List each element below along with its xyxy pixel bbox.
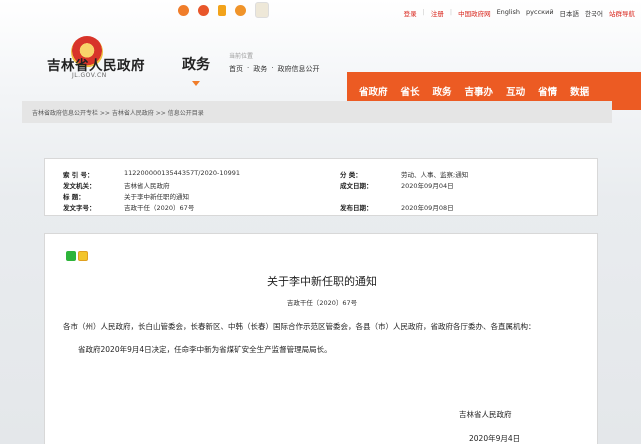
document-metadata: 索 引 号： 11220000013544357T/2020-10991 分 类… [44,158,598,216]
nav-province-info[interactable]: 省情 [538,84,557,98]
accessibility-icon[interactable] [235,5,246,16]
meta-issuer: 发文机关： [63,180,96,190]
site-name[interactable]: 吉林省人民政府 [47,54,145,74]
divider: | [449,8,453,16]
russian-link[interactable]: русский [526,8,554,18]
english-link[interactable]: English [497,8,520,18]
japanese-link[interactable]: 日本語 [560,8,580,18]
meta-published: 发布日期： [340,202,373,212]
meta-index: 索 引 号： [63,169,94,179]
meta-published-value: 2020年09月08日 [401,204,454,212]
divider: | [422,8,425,16]
breadcrumb-gov-affairs[interactable]: 政务 [253,64,267,74]
login-link[interactable]: 登录 [404,8,417,18]
site-domain: JL.GOV.CN [72,72,107,79]
weibo-alt-icon[interactable] [198,5,209,16]
breadcrumb-disclosure[interactable]: 政府信息公开 [277,64,319,74]
weibo-share-icon[interactable] [78,251,88,261]
meta-created: 成文日期： [340,180,373,190]
chevron-down-icon [192,81,200,86]
wechat-icon[interactable] [66,251,76,261]
meta-label: 发文字号： [63,204,96,212]
document-content: 关于李中新任职的通知 吉政干任〔2020〕67号 各市（州）人民政府，长白山管委… [44,233,598,444]
path-bar: 吉林省政府信息公开专栏 >> 吉林省人民政府 >> 信息公开目录 [22,101,612,123]
meta-label: 标 题： [63,193,85,201]
meta-category: 分 类： [340,169,362,179]
breadcrumb: 首页 · 政务 · 政府信息公开 [229,64,319,74]
nav-services[interactable]: 吉事办 [465,84,494,98]
site-group-link[interactable]: 站群导航 [609,8,635,18]
share-bar [66,251,88,261]
meta-index-value: 11220000013544357T/2020-10991 [124,169,241,177]
top-bar: 登录 | 注册 | 中国政府网 English русский 日本語 한국어 … [0,0,641,24]
meta-docno: 发文字号： [63,202,96,212]
document-title: 关于李中新任职的通知 [267,275,377,288]
document-date: 2020年9月4日 [469,434,521,443]
meta-label: 发文机关： [63,182,96,190]
meta-created-value: 2020年09月04日 [401,182,454,190]
nav-governor[interactable]: 省长 [401,84,420,98]
document-body: 省政府2020年9月4日决定，任命李中新为省煤矿安全生产监督管理局局长。 [78,345,332,354]
document-signer: 吉林省人民政府 [459,410,512,419]
nav-gov-affairs[interactable]: 政务 [433,84,452,98]
mobile-icon[interactable] [218,5,226,16]
meta-category-value: 劳动、人事、监察;通知 [401,171,469,179]
social-icons [178,2,269,21]
meta-label: 发布日期： [340,204,373,212]
register-link[interactable]: 注册 [431,8,444,18]
mascot-icon[interactable] [255,2,269,18]
location-label: 当前位置 [229,53,254,60]
meta-title-value: 关于李中新任职的通知 [124,193,189,201]
breadcrumb-home[interactable]: 首页 [229,64,243,74]
document-number: 吉政干任〔2020〕67号 [286,299,358,307]
top-links: 登录 | 注册 | 中国政府网 English русский 日本語 한국어 … [404,8,635,18]
breadcrumb-sep: · [247,64,250,72]
meta-label: 分 类： [340,171,362,179]
document-recipients: 各市（州）人民政府，长白山管委会，长春新区、中韩（长春）国际合作示范区管委会，各… [63,322,536,331]
korean-link[interactable]: 한국어 [585,8,603,18]
meta-docno-value: 吉政干任（2020）67号 [124,204,195,212]
section-title: 政务 [182,57,210,73]
breadcrumb-sep: · [271,64,274,72]
nav-provincial-gov[interactable]: 省政府 [359,84,388,98]
meta-label: 成文日期： [340,182,373,190]
china-gov-link[interactable]: 中国政府网 [458,8,491,18]
meta-label: 索 引 号： [63,171,94,179]
meta-title: 标 题： [63,191,85,201]
meta-issuer-value: 吉林省人民政府 [124,182,170,190]
nav-data[interactable]: 数据 [570,84,589,98]
path-text[interactable]: 吉林省政府信息公开专栏 >> 吉林省人民政府 >> 信息公开目录 [32,108,204,117]
nav-interaction[interactable]: 互动 [506,84,525,98]
header: 吉林省人民政府 JL.GOV.CN 政务 当前位置 首页 · 政务 · 政府信息… [0,24,641,110]
weibo-icon[interactable] [178,5,189,16]
